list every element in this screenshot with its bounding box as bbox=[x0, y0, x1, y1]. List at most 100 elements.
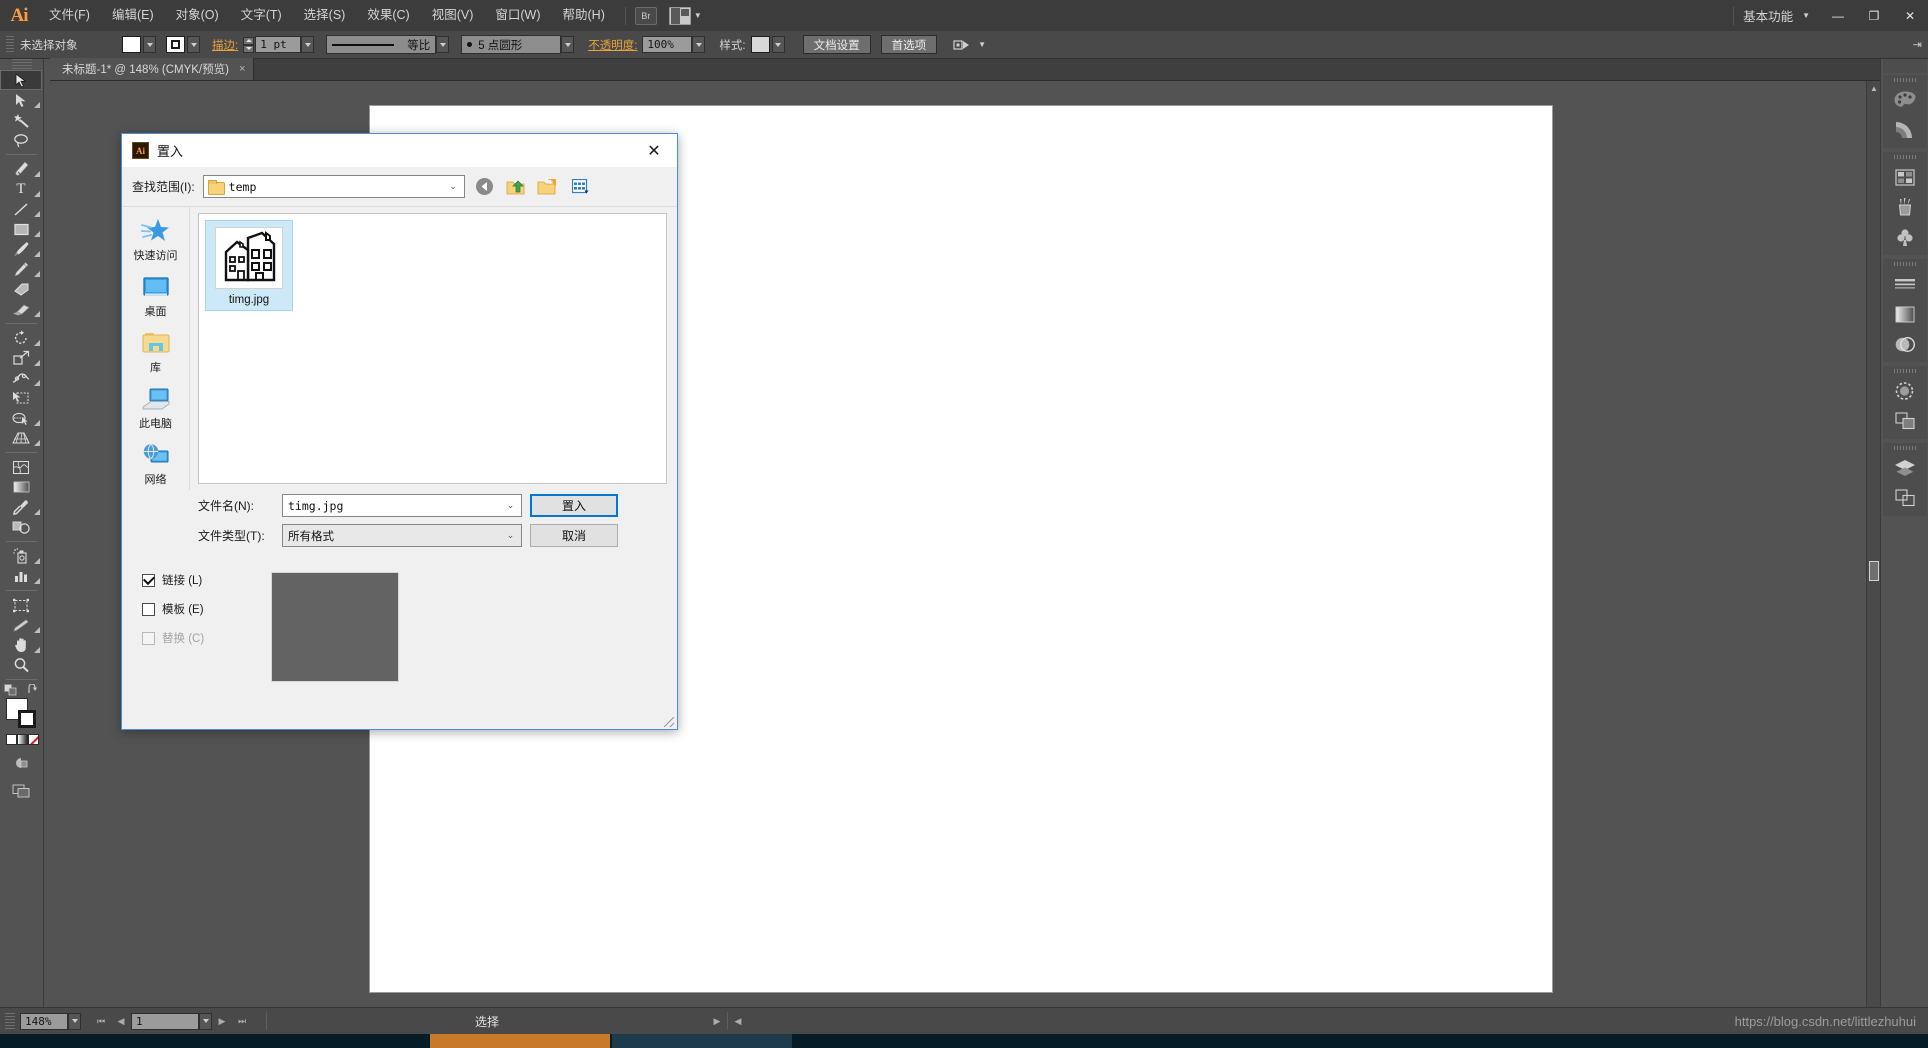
dialog-resize-handle[interactable] bbox=[664, 717, 674, 727]
width-tool[interactable] bbox=[0, 368, 42, 388]
stroke-swatch-dropdown[interactable] bbox=[187, 36, 200, 53]
minimize-button[interactable]: — bbox=[1820, 3, 1856, 28]
first-page-icon[interactable]: ⏮ bbox=[91, 1010, 111, 1032]
eyedropper-tool[interactable] bbox=[0, 497, 42, 517]
menu-object[interactable]: 对象(O) bbox=[165, 0, 230, 31]
rectangle-tool[interactable] bbox=[0, 219, 42, 239]
menu-file[interactable]: 文件(F) bbox=[38, 0, 101, 31]
scrollbar-thumb[interactable] bbox=[1869, 561, 1879, 581]
menu-edit[interactable]: 编辑(E) bbox=[101, 0, 165, 31]
panel-stroke[interactable] bbox=[1883, 269, 1927, 299]
close-icon[interactable]: × bbox=[239, 63, 245, 75]
panel-brushes[interactable] bbox=[1883, 192, 1927, 222]
status-bar-grip[interactable] bbox=[5, 1013, 15, 1029]
panel-group-grip[interactable] bbox=[1883, 443, 1927, 453]
paintbrush-tool[interactable] bbox=[0, 239, 42, 259]
taskbar-item[interactable] bbox=[612, 1034, 792, 1048]
zoom-level-field[interactable]: 148% bbox=[20, 1013, 68, 1030]
checkbox-link-row[interactable]: 链接 (L) bbox=[142, 572, 257, 588]
gradient-swatch-button[interactable] bbox=[17, 734, 28, 745]
mesh-tool[interactable] bbox=[0, 457, 42, 477]
style-swatch[interactable] bbox=[751, 36, 770, 53]
pencil-tool[interactable] bbox=[0, 259, 42, 279]
style-dropdown[interactable] bbox=[772, 36, 785, 53]
panel-color[interactable] bbox=[1883, 85, 1927, 115]
taskbar-item-active[interactable] bbox=[430, 1034, 610, 1048]
up-folder-icon[interactable] bbox=[504, 175, 527, 198]
artboard-tool[interactable] bbox=[0, 595, 42, 615]
back-icon[interactable] bbox=[473, 175, 496, 198]
document-setup-button[interactable]: 文档设置 bbox=[803, 35, 871, 54]
free-transform-tool[interactable] bbox=[0, 388, 42, 408]
column-graph-tool[interactable] bbox=[0, 566, 42, 586]
stroke-weight-label[interactable]: 描边: bbox=[212, 37, 238, 53]
panel-group-grip[interactable] bbox=[1883, 152, 1927, 162]
stroke-weight-dropdown[interactable] bbox=[301, 36, 314, 53]
opacity-value[interactable]: 100% bbox=[642, 36, 692, 53]
line-segment-tool[interactable] bbox=[0, 199, 42, 219]
panel-color-guide[interactable] bbox=[1883, 115, 1927, 145]
chevron-down-icon[interactable]: ⌄ bbox=[445, 176, 462, 197]
filetype-select[interactable]: 所有格式 ⌄ bbox=[282, 524, 522, 547]
panel-transparency[interactable] bbox=[1883, 329, 1927, 359]
scale-tool[interactable] bbox=[0, 348, 42, 368]
scroll-up-icon[interactable]: ▲ bbox=[1867, 81, 1880, 95]
prev-page-icon[interactable]: ◀ bbox=[111, 1010, 131, 1032]
dock-collapse-button[interactable] bbox=[1883, 59, 1927, 73]
zoom-tool[interactable] bbox=[0, 655, 42, 675]
stroke-profile-combo[interactable]: 等比 bbox=[326, 35, 436, 54]
align-tool-button[interactable]: ▼ bbox=[953, 38, 986, 52]
screen-mode-button[interactable] bbox=[0, 781, 42, 801]
direct-selection-tool[interactable] bbox=[0, 90, 42, 110]
vertical-scrollbar[interactable]: ▲ ▼ bbox=[1866, 81, 1880, 1021]
new-folder-icon[interactable] bbox=[535, 175, 558, 198]
panel-artboards[interactable] bbox=[1883, 483, 1927, 513]
fill-swatch[interactable] bbox=[122, 36, 141, 53]
checkbox-template[interactable] bbox=[142, 603, 155, 616]
hand-tool[interactable] bbox=[0, 635, 42, 655]
panel-swatches[interactable] bbox=[1883, 162, 1927, 192]
place-desktop[interactable]: 桌面 bbox=[123, 271, 189, 321]
stroke-weight-stepper[interactable] bbox=[243, 37, 254, 53]
place-this-pc[interactable]: 此电脑 bbox=[123, 383, 189, 433]
next-page-icon[interactable]: ▶ bbox=[212, 1010, 232, 1032]
document-tab[interactable]: 未标题-1* @ 148% (CMYK/预览) × bbox=[50, 58, 254, 80]
control-panel-menu-icon[interactable]: ⇥ bbox=[1913, 38, 1922, 51]
fill-swatch-dropdown[interactable] bbox=[143, 36, 156, 53]
perspective-grid-tool[interactable] bbox=[0, 428, 42, 448]
file-list[interactable]: timg.jpg bbox=[198, 213, 667, 484]
panel-group-grip[interactable] bbox=[1883, 366, 1927, 376]
shape-builder-tool[interactable] bbox=[0, 408, 42, 428]
panel-symbols[interactable] bbox=[1883, 222, 1927, 252]
menu-effect[interactable]: 效果(C) bbox=[356, 0, 420, 31]
last-page-icon[interactable]: ⏭ bbox=[232, 1010, 252, 1032]
close-button[interactable]: ✕ bbox=[1892, 3, 1928, 28]
panel-group-grip[interactable] bbox=[1883, 259, 1927, 269]
panel-group-grip[interactable] bbox=[1883, 75, 1927, 85]
color-swatch-button[interactable] bbox=[6, 734, 17, 745]
eraser-tool[interactable] bbox=[0, 299, 42, 319]
filename-input[interactable]: timg.jpg ⌄ bbox=[282, 494, 522, 517]
checkbox-link[interactable] bbox=[142, 574, 155, 587]
brush-definition-combo[interactable]: 5 点圆形 bbox=[461, 35, 561, 54]
panel-graphic-styles[interactable] bbox=[1883, 406, 1927, 436]
place-libraries[interactable]: 库 bbox=[123, 327, 189, 377]
workspace-chevron-down-icon[interactable]: ▼ bbox=[1802, 11, 1810, 20]
menu-help[interactable]: 帮助(H) bbox=[552, 0, 616, 31]
none-swatch-button[interactable] bbox=[28, 734, 39, 745]
workspace-switcher-label[interactable]: 基本功能 bbox=[1743, 6, 1793, 25]
rotate-tool[interactable] bbox=[0, 328, 42, 348]
page-number-dropdown[interactable] bbox=[199, 1013, 212, 1030]
panel-gradient[interactable] bbox=[1883, 299, 1927, 329]
preferences-button[interactable]: 首选项 bbox=[881, 35, 938, 54]
chevron-down-icon[interactable]: ⌄ bbox=[502, 495, 519, 516]
stroke-color-swatch[interactable] bbox=[18, 710, 36, 728]
symbol-sprayer-tool[interactable] bbox=[0, 546, 42, 566]
stroke-weight-value[interactable]: 1 pt bbox=[255, 36, 301, 53]
checkbox-template-row[interactable]: 模板 (E) bbox=[142, 601, 257, 617]
tools-panel-grip[interactable] bbox=[0, 59, 43, 70]
brush-definition-dropdown[interactable] bbox=[561, 36, 574, 53]
bridge-icon[interactable]: Br bbox=[635, 7, 657, 25]
look-in-combo[interactable]: temp ⌄ bbox=[203, 175, 465, 198]
place-button[interactable]: 置入 bbox=[530, 494, 618, 517]
